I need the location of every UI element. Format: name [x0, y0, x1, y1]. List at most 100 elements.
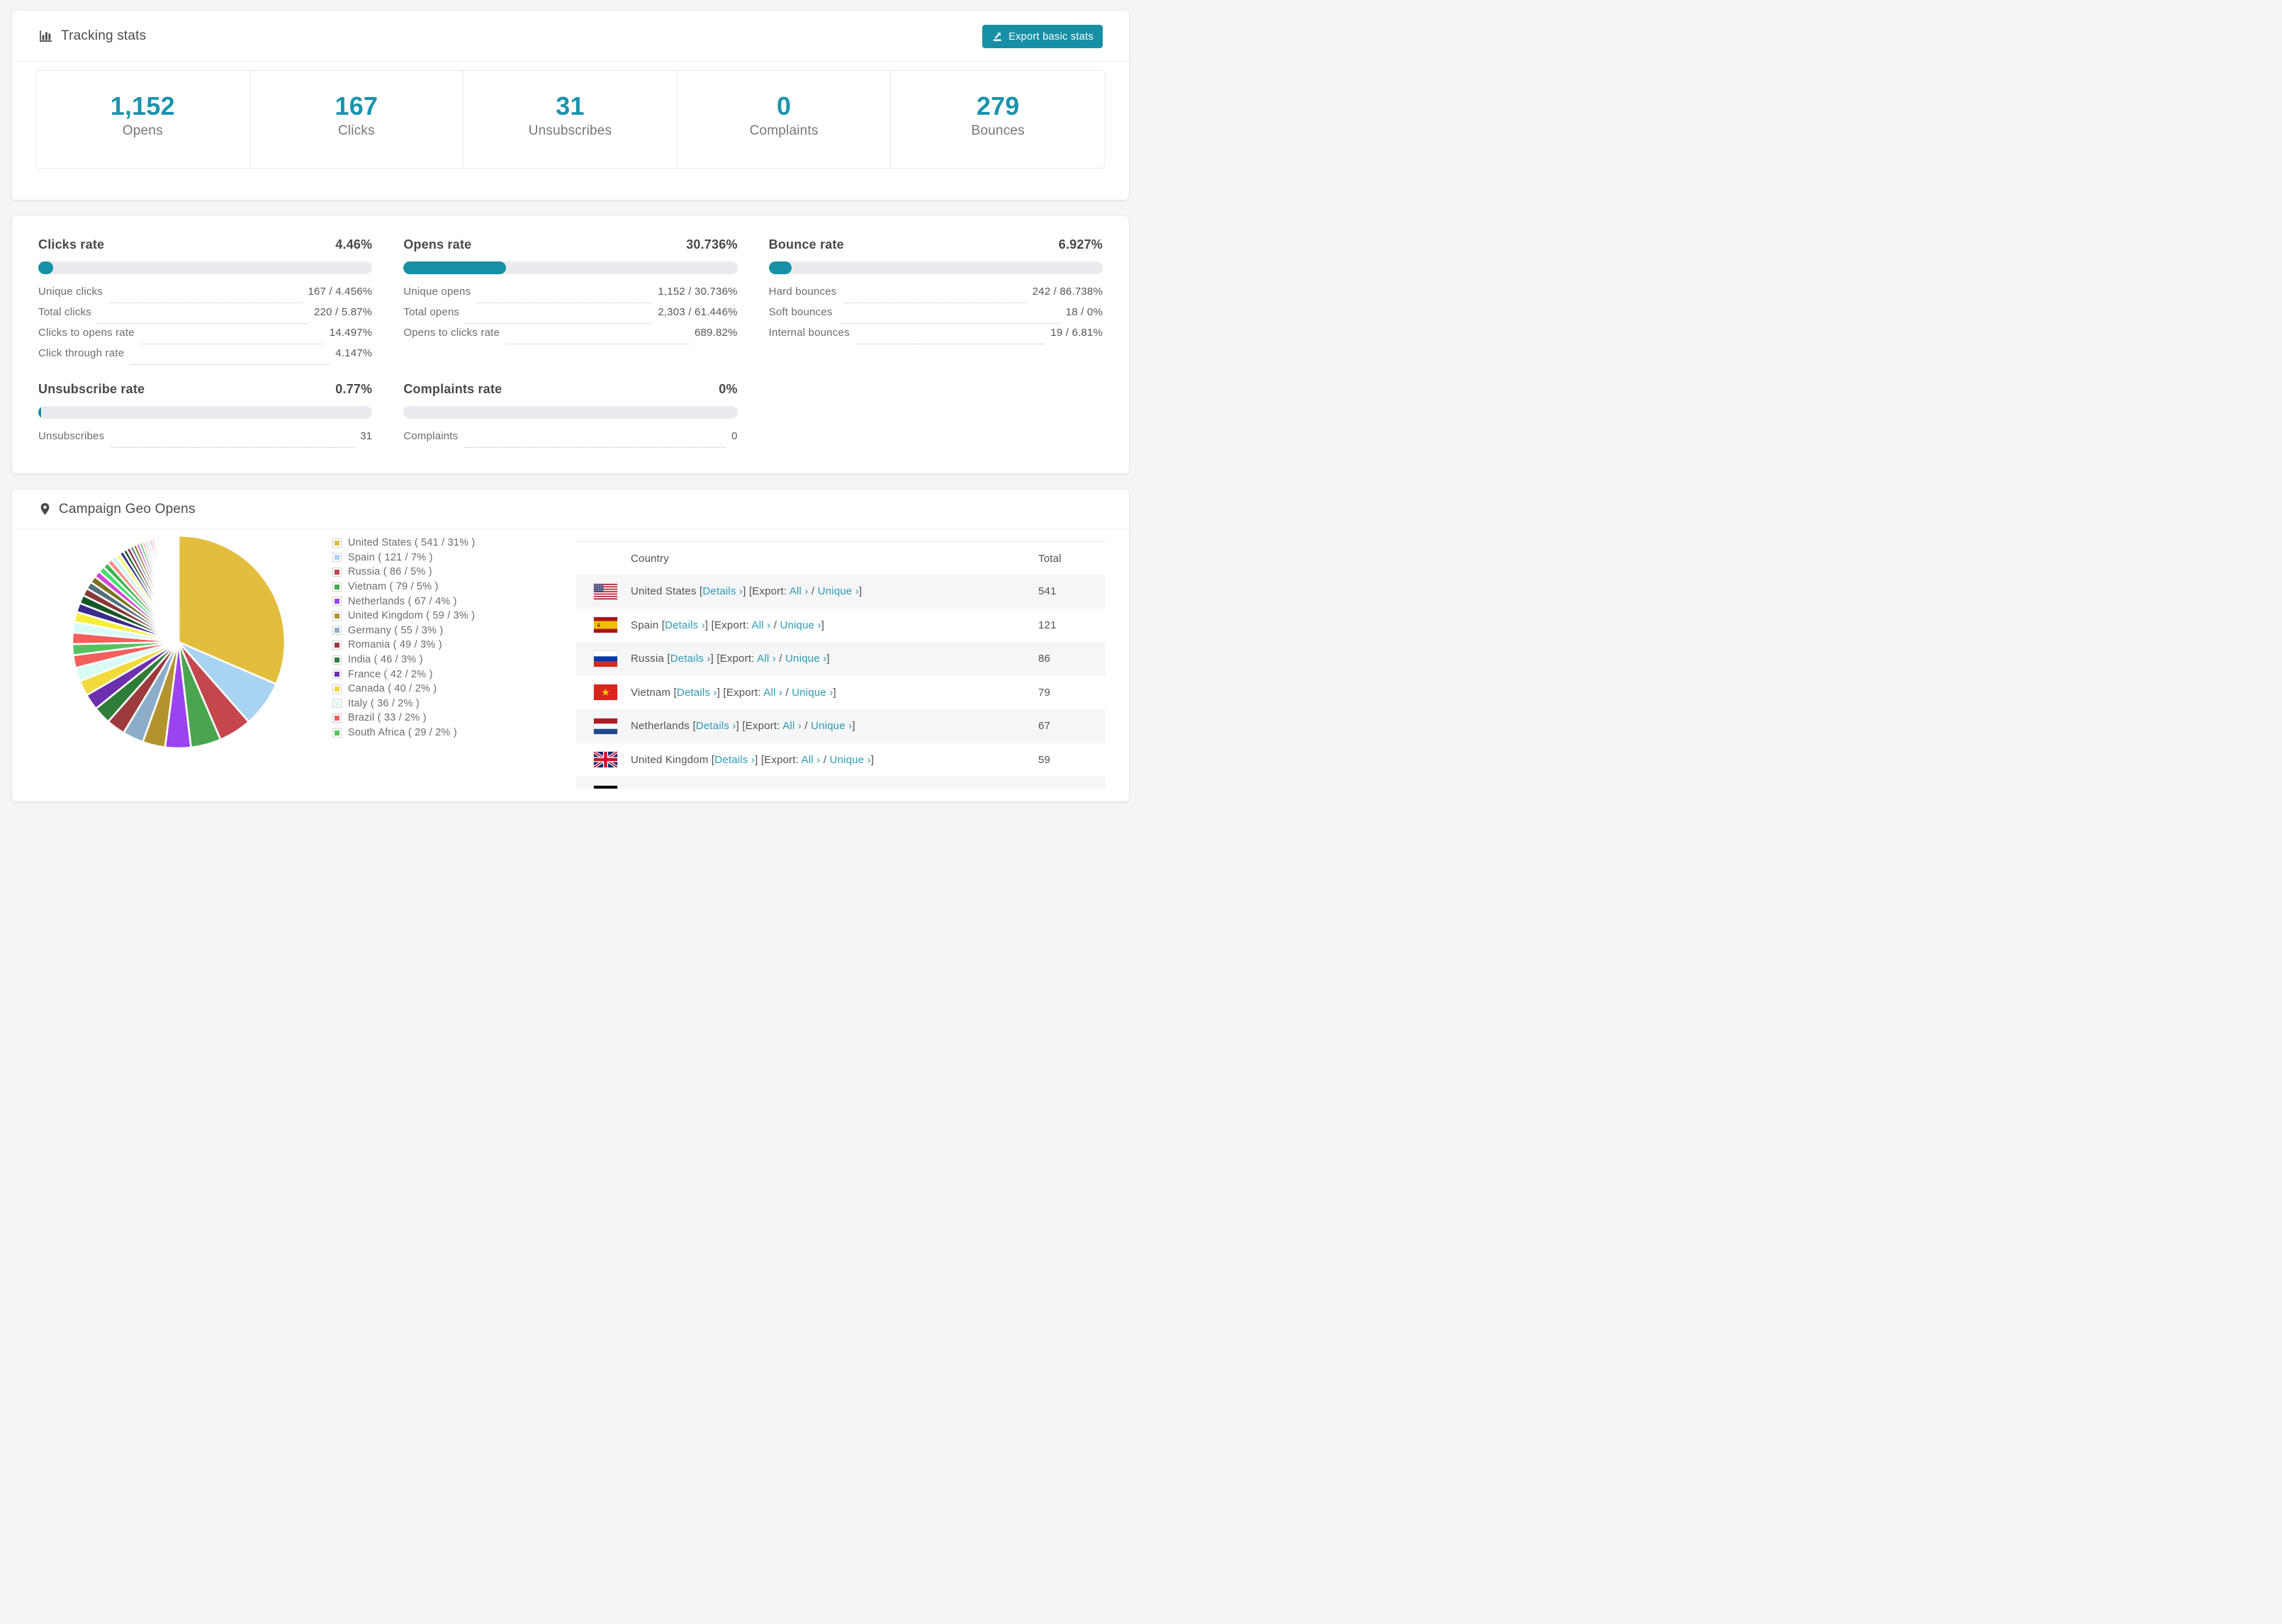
export-unique-link[interactable]: Unique ›: [797, 787, 838, 789]
export-all-link[interactable]: All ›: [802, 754, 821, 766]
campaign-geo-header: Campaign Geo Opens: [12, 490, 1129, 529]
bracket-text: ] [Export:: [716, 686, 764, 699]
export-all-link[interactable]: All ›: [782, 720, 802, 732]
country-cell: Russia [Details ›] [Export: All › / Uniq…: [631, 653, 1038, 665]
export-unique-link[interactable]: Unique ›: [780, 619, 821, 631]
stat-label: Opens: [122, 123, 163, 138]
rate-row-label: Internal bounces: [768, 327, 850, 339]
campaign-geo-title: Campaign Geo Opens: [59, 501, 196, 517]
geo-opens-table: Country Total United States [Details ›] [E…: [576, 541, 1106, 789]
legend-item: Canada ( 40 / 2% ): [332, 682, 476, 697]
legend-item: Germany ( 55 / 3% ): [332, 624, 476, 638]
legend-label: Netherlands ( 67 / 4% ): [348, 595, 457, 607]
country-cell: Spain [Details ›] [Export: All › / Uniqu…: [631, 619, 1038, 631]
total-value: 541: [1038, 585, 1057, 598]
export-all-link[interactable]: All ›: [763, 687, 782, 699]
rate-block-header: Bounce rate 6.927%: [769, 237, 1103, 252]
bracket-text: ]: [826, 653, 830, 665]
stat-value: 31: [556, 91, 585, 120]
stat-label: Unsubscribes: [528, 123, 612, 138]
country-cell: United Kingdom [Details ›] [Export: All …: [631, 754, 1038, 766]
rate-row-value: 14.497%: [329, 327, 373, 339]
rate-row-value: 167 / 4.456%: [308, 286, 373, 298]
pie-legend: United States ( 541 / 31% ) Spain ( 121 /…: [332, 536, 476, 740]
rate-title: Opens rate: [403, 237, 472, 252]
rate-row-label: Unique opens: [403, 286, 471, 298]
flag-icon-es: [593, 616, 618, 634]
bracket-text: ]: [838, 787, 841, 789]
geo-table-row: Germany [Details ›] [Export: All › / Uni…: [576, 777, 1106, 789]
legend-swatch: [332, 582, 342, 592]
rate-detail-row: Internal bounces 19 / 6.81%: [769, 327, 1103, 347]
flag-icon-de: [593, 784, 618, 789]
export-all-link[interactable]: All ›: [751, 619, 770, 631]
rate-row-label: Total clicks: [38, 306, 91, 318]
legend-item: Vietnam ( 79 / 5% ): [332, 580, 476, 594]
country-name: United Kingdom [: [631, 753, 715, 766]
details-link[interactable]: Details ›: [702, 585, 743, 597]
rate-row-value: 1,152 / 30.736%: [658, 286, 738, 298]
dashboard-page: Tracking stats Export basic stats 1,152 O…: [0, 0, 1141, 812]
rate-rows: Unsubscribes 31: [38, 430, 372, 451]
rate-detail-row: Clicks to opens rate 14.497%: [38, 327, 372, 347]
rate-value: 30.736%: [686, 237, 738, 252]
details-link[interactable]: Details ›: [714, 754, 755, 766]
country-flag-ru: [576, 650, 631, 667]
rate-row-value: 4.147%: [335, 347, 373, 359]
country-flag-vn: [576, 684, 631, 701]
geo-opens-pie-chart: [69, 532, 288, 752]
details-link[interactable]: Details ›: [677, 687, 717, 699]
country-name: Russia [: [631, 653, 670, 665]
legend-swatch: [332, 728, 342, 738]
details-link[interactable]: Details ›: [682, 787, 722, 789]
rate-value: 4.46%: [335, 237, 373, 252]
details-link[interactable]: Details ›: [670, 653, 711, 665]
country-name: Spain [: [631, 619, 665, 631]
rates-card: Clicks rate 4.46% Unique clicks 167 / 4.456…: [12, 216, 1129, 473]
rate-detail-row: Hard bounces 242 / 86.738%: [769, 286, 1103, 306]
rate-detail-row: Unique opens 1,152 / 30.736%: [403, 286, 737, 306]
stat-tile: 0 Complaints: [678, 71, 892, 168]
rate-title: Clicks rate: [38, 237, 105, 252]
progress-bar-track: [403, 406, 738, 419]
export-unique-link[interactable]: Unique ›: [811, 720, 852, 732]
export-basic-stats-button[interactable]: Export basic stats: [982, 25, 1103, 48]
rate-row-label: Hard bounces: [768, 286, 837, 298]
export-unique-link[interactable]: Unique ›: [792, 687, 833, 699]
progress-bar-fill: [38, 406, 41, 419]
progress-bar-track: [38, 261, 373, 274]
total-value: 121: [1038, 619, 1057, 631]
legend-swatch: [332, 655, 342, 665]
geo-table-row: Vietnam [Details ›] [Export: All › / Uni…: [576, 676, 1106, 710]
stat-tile: 31 Unsubscribes: [463, 71, 678, 168]
export-unique-link[interactable]: Unique ›: [830, 754, 871, 766]
flag-icon-nl: [593, 717, 618, 735]
dotted-leader: [466, 323, 653, 324]
country-name: United States [: [631, 585, 703, 598]
bracket-text: ] [Export:: [743, 585, 789, 598]
export-unique-link[interactable]: Unique ›: [785, 653, 826, 665]
legend-item: France ( 42 / 2% ): [332, 667, 476, 682]
stat-tile: 167 Clicks: [250, 71, 464, 168]
bracket-text: ]: [852, 720, 855, 733]
export-all-link[interactable]: All ›: [768, 787, 787, 789]
slash-text: /: [808, 585, 818, 598]
progress-bar-track: [403, 261, 738, 274]
stat-value: 1,152: [110, 91, 175, 120]
country-flag-de: [576, 784, 631, 789]
country-name: Vietnam [: [631, 686, 677, 699]
legend-label: Romania ( 49 / 3% ): [348, 639, 442, 651]
export-unique-link[interactable]: Unique ›: [818, 585, 859, 597]
details-link[interactable]: Details ›: [696, 720, 736, 732]
bracket-text: ] [Export:: [704, 619, 752, 631]
export-all-link[interactable]: All ›: [789, 585, 809, 597]
export-all-link[interactable]: All ›: [757, 653, 776, 665]
details-link[interactable]: Details ›: [665, 619, 705, 631]
progress-bar-track: [768, 261, 1103, 274]
slash-text: /: [820, 753, 830, 766]
rate-block: Unsubscribe rate 0.77% Unsubscribes 31: [38, 382, 373, 451]
total-value: 86: [1038, 653, 1051, 665]
campaign-geo-opens-card: Campaign Geo Opens United States ( 541 /…: [12, 490, 1129, 801]
rate-row-value: 220 / 5.87%: [314, 306, 373, 318]
rate-block: Complaints rate 0% Complaints 0: [403, 382, 738, 451]
